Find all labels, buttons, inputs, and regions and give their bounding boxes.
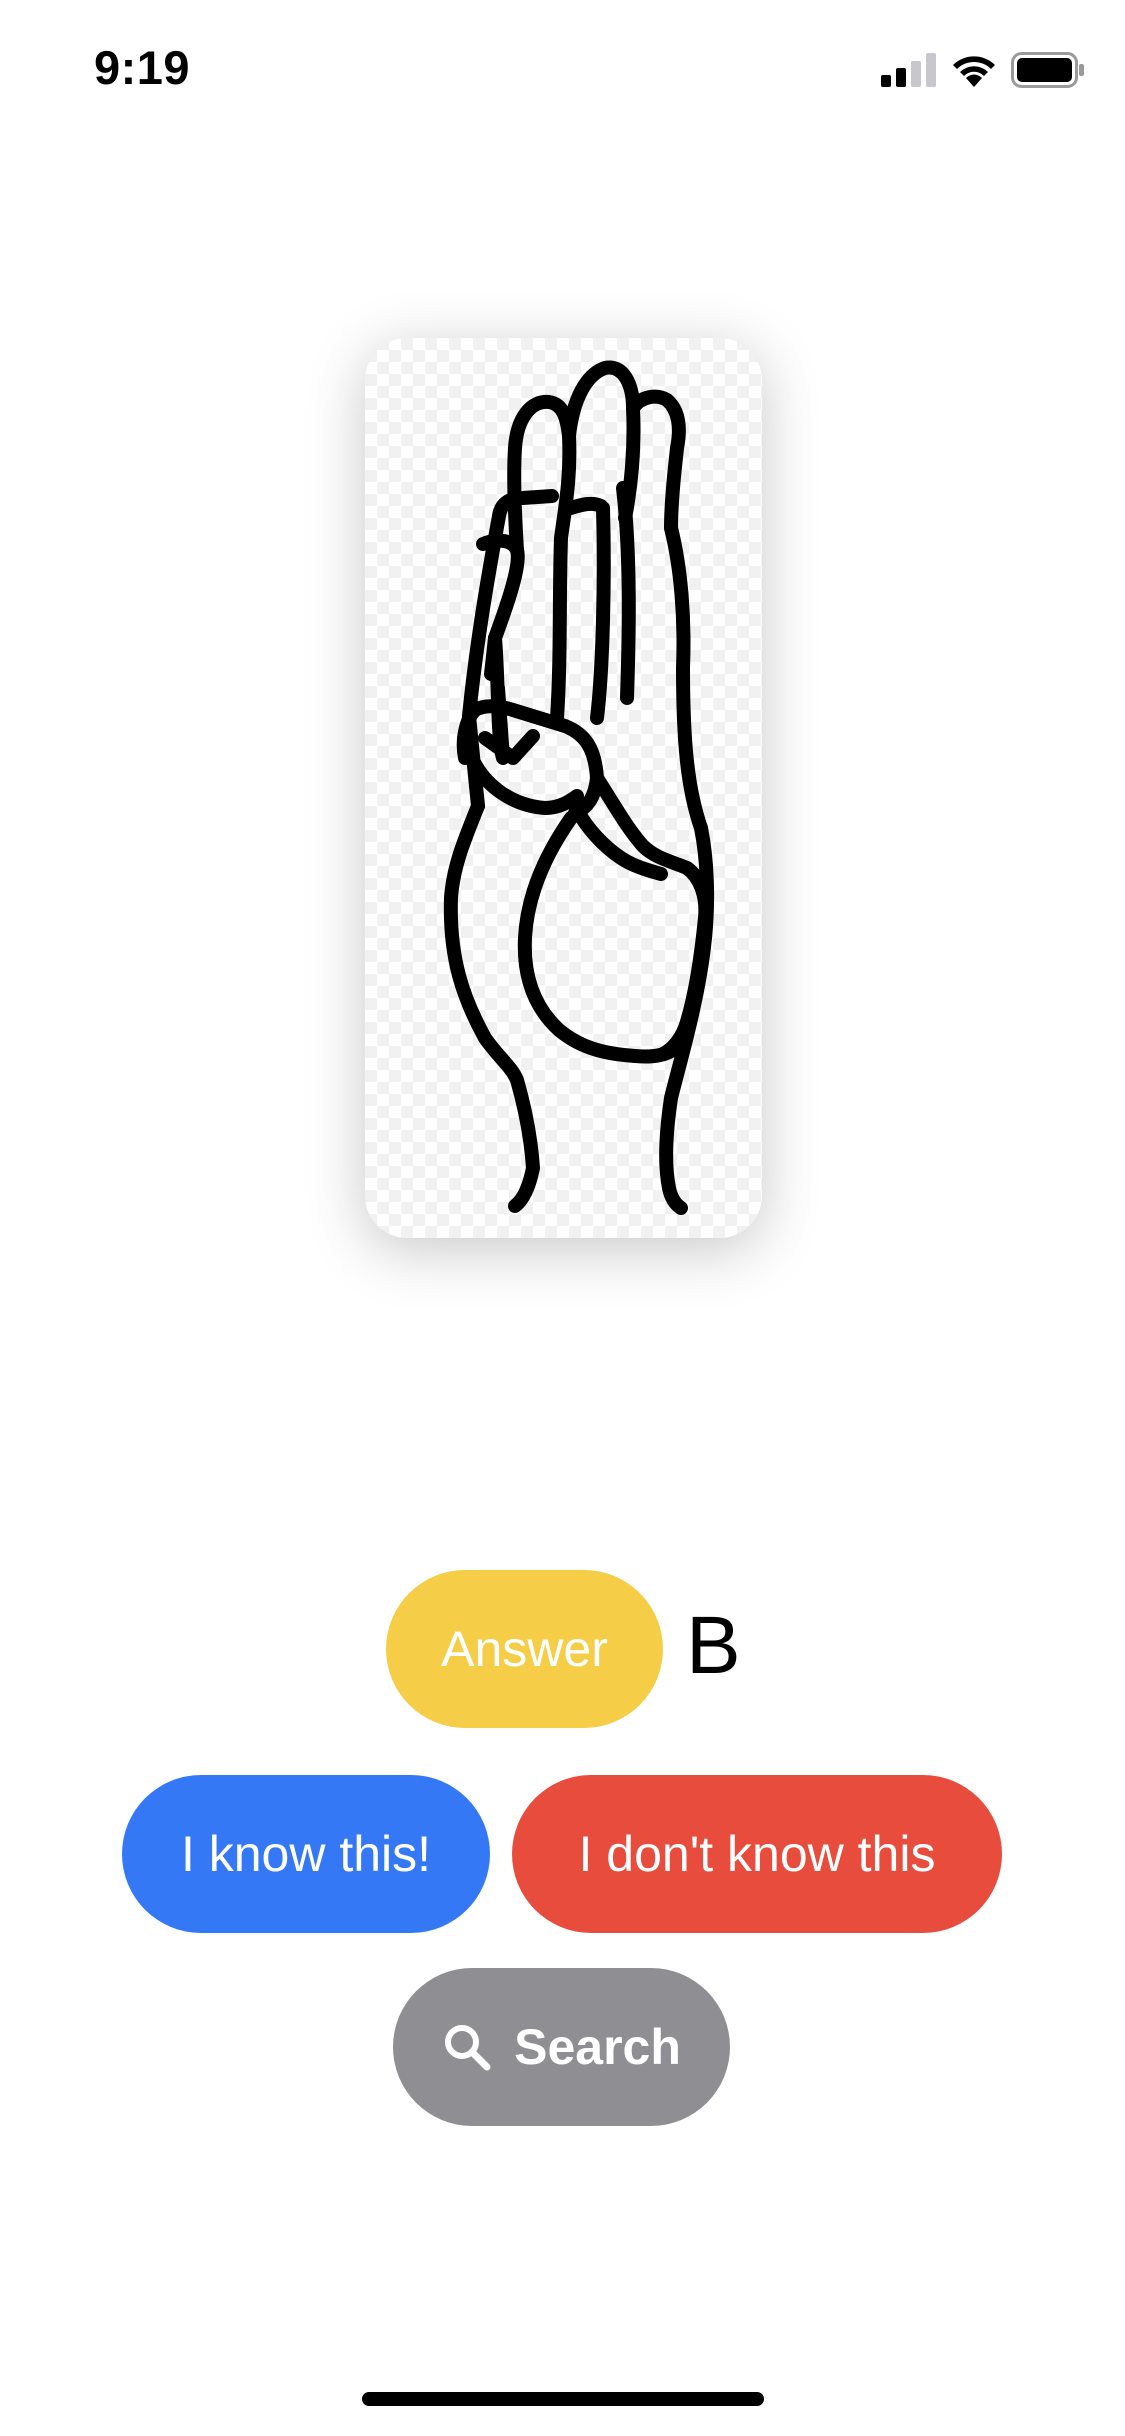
hand-sign-icon <box>443 360 715 1215</box>
sign-image-card <box>365 338 762 1238</box>
home-indicator[interactable] <box>362 2392 764 2406</box>
wifi-icon <box>951 53 997 87</box>
status-bar: 9:19 <box>0 0 1125 140</box>
answer-button[interactable]: Answer <box>386 1570 663 1728</box>
status-icons <box>881 48 1085 92</box>
i-know-this-label: I know this! <box>180 1826 432 1882</box>
magnifying-glass-icon <box>442 2022 492 2072</box>
i-dont-know-this-label: I don't know this <box>578 1826 936 1882</box>
cellular-signal-icon <box>881 53 937 87</box>
status-time: 9:19 <box>94 41 191 94</box>
i-know-this-button[interactable]: I know this! <box>122 1775 490 1933</box>
i-dont-know-this-button[interactable]: I don't know this <box>512 1775 1002 1933</box>
battery-icon <box>1011 52 1085 88</box>
search-label: Search <box>514 2019 681 2075</box>
answer-letter: B <box>686 1600 741 1691</box>
answer-button-label: Answer <box>441 1621 608 1677</box>
search-button[interactable]: Search <box>393 1968 730 2126</box>
